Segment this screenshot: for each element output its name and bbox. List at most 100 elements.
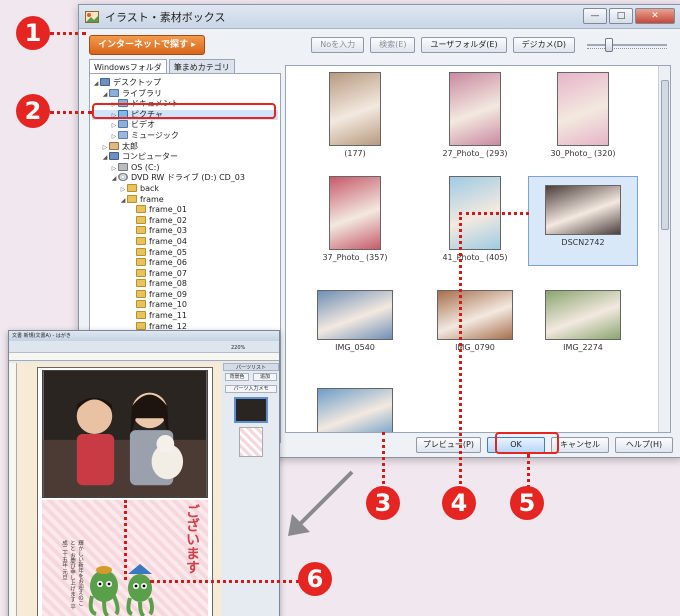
title-bar[interactable]: イラスト・素材ボックス — □ ✕	[79, 5, 680, 29]
tree-item[interactable]: frame_11	[92, 311, 278, 322]
thumbnail-item[interactable]: 37_Photo_ (357)	[300, 176, 410, 262]
thumbnail-image[interactable]	[557, 72, 609, 146]
tree-item-label: frame_09	[149, 289, 187, 299]
leader-2	[50, 111, 92, 114]
folder-icon	[127, 183, 137, 192]
scroll-thumb[interactable]	[661, 80, 669, 230]
tree-item[interactable]: ◢ デスクトップ	[92, 78, 278, 89]
editor-title: 文書 新規(文書A) - はがき	[9, 331, 279, 341]
tree-item[interactable]: ▷ ミュージック	[92, 130, 278, 142]
window-title: イラスト・素材ボックス	[105, 10, 226, 24]
tree-item[interactable]: frame_02	[92, 215, 278, 227]
help-button[interactable]: ヘルプ(H)	[615, 437, 673, 453]
thumbnail-item[interactable]: IMG_2274	[528, 290, 638, 352]
drag-arrow-icon	[288, 470, 354, 536]
tree-item[interactable]: frame_03	[92, 226, 278, 237]
folder-icon	[136, 258, 146, 267]
callout-6: 6	[298, 562, 332, 596]
search-button[interactable]: 検索(E)	[370, 37, 416, 53]
tree-item-label: frame_06	[149, 258, 187, 268]
tree-item[interactable]: ◢ frame	[92, 194, 278, 206]
tree-item-label: 太郎	[122, 141, 138, 151]
message-text: 輝かしい新年をお迎えのことと お慶び申し上げます 平成二十五年 元旦	[61, 540, 83, 610]
tree-item-label: OS (C:)	[131, 162, 160, 172]
tree-item[interactable]: frame_09	[92, 289, 278, 301]
pc-icon	[109, 152, 119, 161]
part-thumb-frame[interactable]	[239, 427, 263, 457]
tree-item[interactable]: frame_08	[92, 279, 278, 290]
tree-item[interactable]: frame_04	[92, 236, 278, 248]
bg-color-button[interactable]: 背景色	[225, 373, 249, 381]
editor-canvas[interactable]: ございます 輝かしい新年をお迎えのことと お慶び申し上げます 平成二十五年 元旦	[9, 363, 221, 616]
minimize-button[interactable]: —	[583, 8, 607, 24]
internet-search-button[interactable]: インターネットで探す ▸	[89, 35, 205, 55]
folder-icon	[136, 311, 146, 320]
tree-item[interactable]: frame_01	[92, 205, 278, 216]
callout-2: 2	[16, 94, 50, 128]
editor-zoom[interactable]: 220%	[231, 342, 245, 354]
tree-item[interactable]: frame_05	[92, 247, 278, 259]
thumbnail-size-slider[interactable]	[587, 37, 667, 53]
folder-icon	[136, 300, 146, 309]
thumbnail-label: 37_Photo_ (357)	[322, 253, 388, 262]
folder-icon	[136, 247, 146, 256]
tree-item-label: ビデオ	[131, 120, 155, 130]
part-thumb-photo[interactable]	[234, 397, 268, 423]
thumbnail-image[interactable]	[329, 176, 381, 250]
leader-6b	[150, 580, 300, 583]
octopus-illustration	[88, 564, 154, 616]
user-icon	[109, 141, 119, 150]
thumbnail-item[interactable]: (177)	[300, 72, 410, 158]
callout-4: 4	[442, 486, 476, 520]
tree-item-label: frame_08	[149, 279, 187, 289]
tree-item-label: コンピューター	[122, 152, 178, 162]
tree-item[interactable]: frame_07	[92, 268, 278, 280]
thumbnail-label: (177)	[344, 149, 366, 158]
number-input-button[interactable]: Noを入力	[311, 37, 365, 53]
thumbnail-image[interactable]	[449, 72, 501, 146]
thumbnail-image[interactable]	[329, 72, 381, 146]
thumbnail-item[interactable]: IMG_0540	[300, 290, 410, 352]
tree-item[interactable]: ◢ DVD RW ドライブ (D:) CD_03	[92, 173, 278, 184]
thumbnail-grid[interactable]: (177) 27_Photo_ (293) 30_Photo_ (320) 37_Ph…	[285, 65, 671, 433]
cancel-button[interactable]: キャンセル	[551, 437, 609, 453]
tree-item[interactable]: frame_10	[92, 300, 278, 311]
family-photo[interactable]	[42, 370, 208, 498]
disc-icon	[118, 173, 128, 182]
thumbnail-image[interactable]	[437, 290, 513, 340]
app-icon	[85, 10, 99, 23]
user-folder-button[interactable]: ユーザフォルダ(E)	[421, 37, 507, 53]
tree-item[interactable]: frame_06	[92, 258, 278, 269]
tree-item[interactable]: ◢ コンピューター	[92, 152, 278, 163]
leader-4a	[459, 212, 462, 496]
add-part-button[interactable]: 追加	[253, 373, 277, 381]
slider-thumb[interactable]	[605, 38, 613, 52]
callout-1: 1	[16, 16, 50, 50]
grid-scrollbar[interactable]	[658, 66, 670, 432]
tree-item[interactable]: ▷ ビデオ	[92, 120, 278, 131]
thumbnail-image[interactable]	[545, 290, 621, 340]
thumbnail-item[interactable]: 30_Photo_ (320)	[528, 72, 638, 158]
thumbnail-item[interactable]: 41_Photo_ (405)	[420, 176, 530, 262]
digicam-button[interactable]: デジカメ(D)	[512, 37, 575, 53]
thumbnail-label: IMG_2274	[563, 343, 603, 352]
tree-item[interactable]: ▷ OS (C:)	[92, 162, 278, 174]
tree-item[interactable]: ▷ back	[92, 183, 278, 195]
close-button[interactable]: ✕	[635, 8, 675, 24]
preview-button[interactable]: プレビュー(P)	[415, 437, 481, 453]
parts-input-button[interactable]: パーツ入力メモ	[225, 385, 277, 393]
thumbnail-image[interactable]	[545, 185, 621, 235]
tree-item-label: ライブラリ	[122, 88, 162, 98]
thumbnail-item[interactable]: DSCN2742	[528, 176, 638, 266]
thumbnail-image[interactable]	[317, 290, 393, 340]
thumbnail-item[interactable]: IMG_0790	[420, 290, 530, 352]
thumbnail-label: 27_Photo_ (293)	[442, 149, 508, 158]
tree-item-label: frame_03	[149, 226, 187, 236]
maximize-button[interactable]: □	[609, 8, 633, 24]
thumbnail-item[interactable]: 27_Photo_ (293)	[420, 72, 530, 158]
thumbnail-item[interactable]	[300, 388, 410, 432]
thumbnail-image[interactable]	[317, 388, 393, 432]
editor-ruler	[9, 353, 279, 361]
tree-item[interactable]: ◢ ライブラリ	[92, 88, 278, 100]
tree-item[interactable]: ▷ 太郎	[92, 141, 278, 153]
